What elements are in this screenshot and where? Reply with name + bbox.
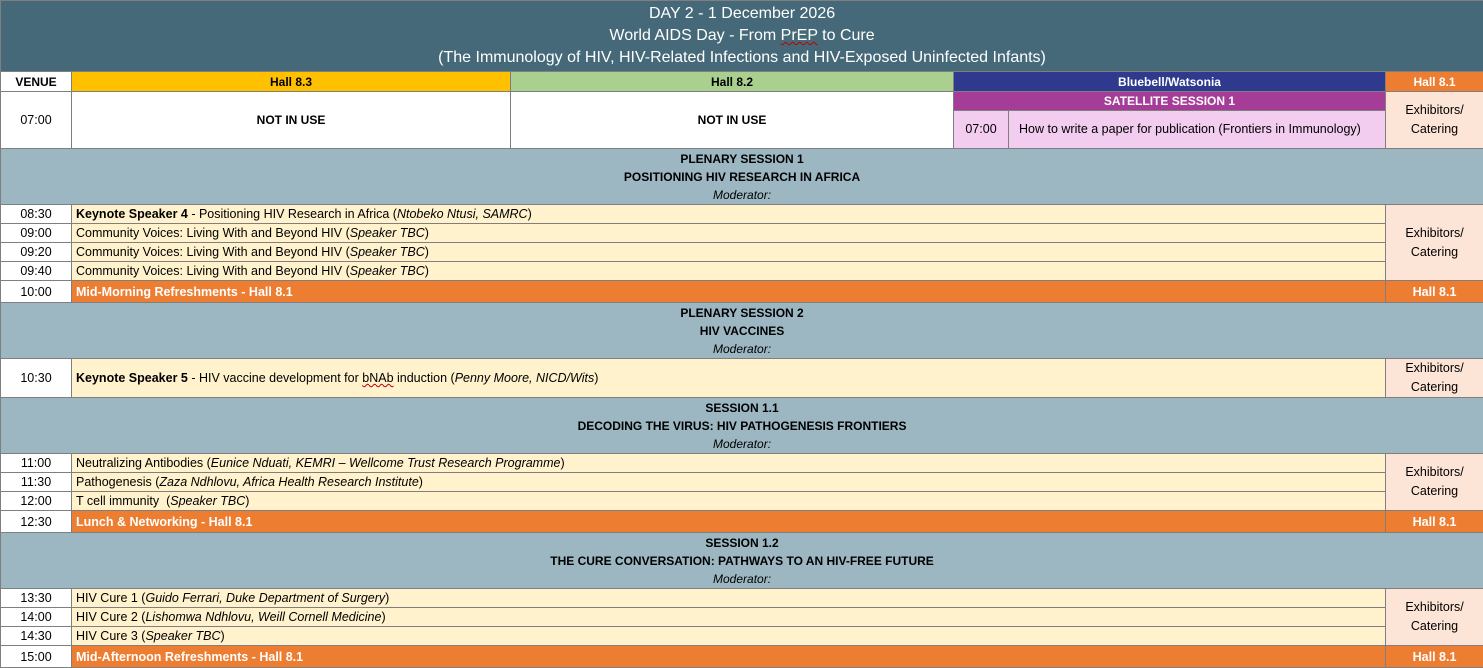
break-hall: Hall 8.1 (1386, 281, 1483, 303)
time-1000: 10:00 (1, 281, 72, 303)
session-subtitle: HIV VACCINES (5, 322, 1479, 340)
venue-hall-8-3: Hall 8.3 (72, 72, 511, 92)
programme-table: DAY 2 - 1 December 2026 World AIDS Day -… (0, 0, 1483, 668)
moderator-label: Moderator: (713, 188, 771, 202)
time-0700: 07:00 (1, 92, 72, 149)
talk-community-voices: Community Voices: Living With and Beyond… (72, 262, 1386, 281)
plenary-session-2-header: PLENARY SESSION 2 HIV VACCINES Moderator… (1, 303, 1483, 359)
exhibitors-catering: Exhibitors/ Catering (1386, 205, 1483, 281)
exhibitors-catering: Exhibitors/ Catering (1386, 454, 1483, 511)
talk-keynote-4: Keynote Speaker 4 - Positioning HIV Rese… (72, 205, 1386, 224)
time-0940: 09:40 (1, 262, 72, 281)
talk-pathogenesis: Pathogenesis (Zaza Ndhlovu, Africa Healt… (72, 473, 1386, 492)
venue-hall-8-2: Hall 8.2 (511, 72, 954, 92)
talk-keynote-5: Keynote Speaker 5 - HIV vaccine developm… (72, 359, 1386, 398)
session-title: PLENARY SESSION 1 (5, 150, 1479, 168)
moderator-label: Moderator: (713, 572, 771, 586)
talk-neutralizing-antibodies: Neutralizing Antibodies (Eunice Nduati, … (72, 454, 1386, 473)
session-subtitle: THE CURE CONVERSATION: PATHWAYS TO AN HI… (5, 552, 1479, 570)
time-1330: 13:30 (1, 589, 72, 608)
satellite-talk: How to write a paper for publication (Fr… (1009, 111, 1386, 149)
break-lunch: Lunch & Networking - Hall 8.1 (72, 511, 1386, 533)
session-title: PLENARY SESSION 2 (5, 304, 1479, 322)
time-0830: 08:30 (1, 205, 72, 224)
hall-8-2-not-in-use: NOT IN USE (511, 92, 954, 149)
day-subtitle: World AIDS Day - From PrEP to Cure (5, 25, 1479, 47)
day-title: DAY 2 - 1 December 2026 (5, 3, 1479, 25)
venue-label: VENUE (1, 72, 72, 92)
time-1500: 15:00 (1, 646, 72, 668)
exhibitors-catering: Exhibitors/ Catering (1386, 92, 1483, 149)
day-header: DAY 2 - 1 December 2026 World AIDS Day -… (1, 1, 1483, 72)
session-1-2-header: SESSION 1.2 THE CURE CONVERSATION: PATHW… (1, 533, 1483, 589)
talk-t-cell-immunity: T cell immunity (Speaker TBC) (72, 492, 1386, 511)
talk-community-voices: Community Voices: Living With and Beyond… (72, 243, 1386, 262)
moderator-label: Moderator: (713, 342, 771, 356)
exhibitors-catering: Exhibitors/ Catering (1386, 589, 1483, 646)
time-0900: 09:00 (1, 224, 72, 243)
talk-hiv-cure-1: HIV Cure 1 (Guido Ferrari, Duke Departme… (72, 589, 1386, 608)
hall-8-3-not-in-use: NOT IN USE (72, 92, 511, 149)
talk-hiv-cure-3: HIV Cure 3 (Speaker TBC) (72, 627, 1386, 646)
time-1100: 11:00 (1, 454, 72, 473)
time-1200: 12:00 (1, 492, 72, 511)
time-1400: 14:00 (1, 608, 72, 627)
plenary-session-1-header: PLENARY SESSION 1 POSITIONING HIV RESEAR… (1, 149, 1483, 205)
time-1130: 11:30 (1, 473, 72, 492)
time-0920: 09:20 (1, 243, 72, 262)
session-subtitle: DECODING THE VIRUS: HIV PATHOGENESIS FRO… (5, 417, 1479, 435)
break-mid-morning: Mid-Morning Refreshments - Hall 8.1 (72, 281, 1386, 303)
session-title: SESSION 1.1 (5, 399, 1479, 417)
time-1030: 10:30 (1, 359, 72, 398)
venue-hall-8-1: Hall 8.1 (1386, 72, 1483, 92)
talk-hiv-cure-2: HIV Cure 2 (Lishomwa Ndhlovu, Weill Corn… (72, 608, 1386, 627)
break-mid-afternoon: Mid-Afternoon Refreshments - Hall 8.1 (72, 646, 1386, 668)
time-1430: 14:30 (1, 627, 72, 646)
talk-community-voices: Community Voices: Living With and Beyond… (72, 224, 1386, 243)
day-theme: (The Immunology of HIV, HIV-Related Infe… (5, 47, 1479, 69)
break-hall: Hall 8.1 (1386, 511, 1483, 533)
session-1-1-header: SESSION 1.1 DECODING THE VIRUS: HIV PATH… (1, 398, 1483, 454)
exhibitors-catering: Exhibitors/ Catering (1386, 359, 1483, 398)
satellite-time: 07:00 (954, 111, 1009, 149)
venue-bluebell-watsonia: Bluebell/Watsonia (954, 72, 1386, 92)
satellite-session-title: SATELLITE SESSION 1 (954, 92, 1386, 111)
time-1230: 12:30 (1, 511, 72, 533)
session-subtitle: POSITIONING HIV RESEARCH IN AFRICA (5, 168, 1479, 186)
moderator-label: Moderator: (713, 437, 771, 451)
break-hall: Hall 8.1 (1386, 646, 1483, 668)
session-title: SESSION 1.2 (5, 534, 1479, 552)
